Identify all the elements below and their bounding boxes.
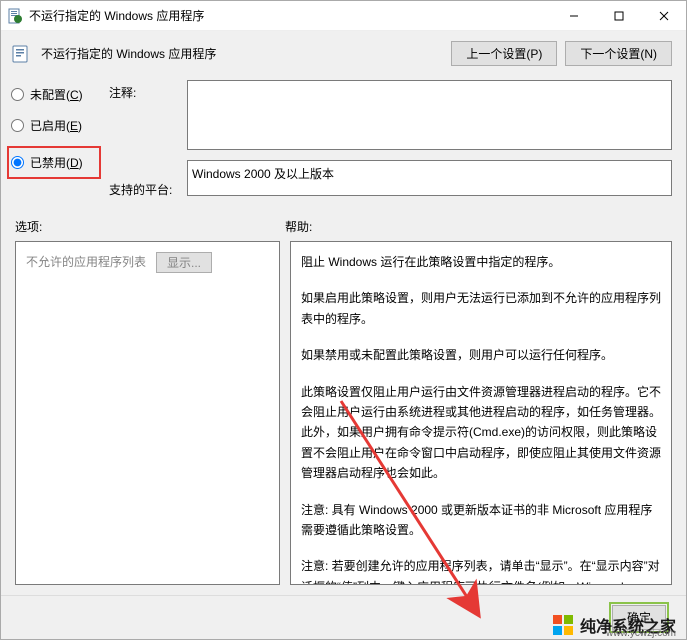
panes: 不允许的应用程序列表 显示... 阻止 Windows 运行在此策略设置中指定的… — [1, 241, 686, 595]
text-boxes — [187, 80, 672, 206]
policy-icon — [11, 44, 31, 64]
highlight-box: 已禁用(D) — [7, 146, 101, 179]
ok-button[interactable]: 确定 — [612, 605, 666, 630]
close-button[interactable] — [641, 1, 686, 30]
radio-enabled-label: 已启用(E) — [30, 117, 82, 134]
platform-label: 支持的平台: — [109, 146, 179, 206]
window-title: 不运行指定的 Windows 应用程序 — [29, 7, 551, 24]
radio-enabled-input[interactable] — [11, 119, 24, 132]
next-setting-button[interactable]: 下一个设置(N) — [565, 41, 672, 66]
titlebar[interactable]: 不运行指定的 Windows 应用程序 — [1, 1, 686, 31]
comment-label: 注释: — [109, 84, 179, 144]
help-paragraph: 如果禁用或未配置此策略设置，则用户可以运行任何程序。 — [301, 345, 661, 365]
help-paragraph: 注意: 具有 Windows 2000 或更新版本证书的非 Microsoft … — [301, 500, 661, 541]
help-paragraph: 阻止 Windows 运行在此策略设置中指定的程序。 — [301, 252, 661, 272]
supported-platform-textarea[interactable] — [187, 160, 672, 196]
help-pane[interactable]: 阻止 Windows 运行在此策略设置中指定的程序。 如果启用此策略设置，则用户… — [290, 241, 672, 585]
dialog-window: 不运行指定的 Windows 应用程序 不运行指定的 Windows 应用程序 … — [0, 0, 687, 640]
comment-textarea[interactable] — [187, 80, 672, 150]
pane-headers: 选项: 帮助: — [1, 206, 686, 241]
radio-not-configured-input[interactable] — [11, 88, 24, 101]
help-label: 帮助: — [285, 218, 672, 235]
radio-disabled-input[interactable] — [11, 156, 24, 169]
options-pane: 不允许的应用程序列表 显示... — [15, 241, 280, 585]
header-row: 不运行指定的 Windows 应用程序 上一个设置(P) 下一个设置(N) — [1, 31, 686, 80]
options-label: 选项: — [15, 218, 285, 235]
radio-not-configured[interactable]: 未配置(C) — [11, 86, 101, 103]
configuration-area: 未配置(C) 已启用(E) 已禁用(D) 注释: 支持的平台: — [1, 80, 686, 206]
previous-setting-button[interactable]: 上一个设置(P) — [451, 41, 557, 66]
show-button[interactable]: 显示... — [156, 252, 212, 273]
radio-not-configured-label: 未配置(C) — [30, 86, 83, 103]
radio-disabled-label: 已禁用(D) — [30, 154, 83, 171]
side-labels: 注释: 支持的平台: — [109, 80, 179, 206]
disallowed-list-label: 不允许的应用程序列表 — [26, 252, 146, 272]
help-paragraph: 注意: 若要创建允许的应用程序列表，请单击“显示”。在“显示内容”对话框的“值”… — [301, 556, 661, 585]
minimize-button[interactable] — [551, 1, 596, 30]
radio-disabled[interactable]: 已禁用(D) — [11, 154, 93, 171]
window-controls — [551, 1, 686, 30]
radio-enabled[interactable]: 已启用(E) — [11, 117, 101, 134]
help-paragraph: 如果启用此策略设置，则用户无法运行已添加到不允许的应用程序列表中的程序。 — [301, 288, 661, 329]
help-paragraph: 此策略设置仅阻止用户运行由文件资源管理器进程启动的程序。它不会阻止用户运行由系统… — [301, 382, 661, 484]
maximize-button[interactable] — [596, 1, 641, 30]
dialog-footer: 确定 — [1, 595, 686, 639]
policy-title: 不运行指定的 Windows 应用程序 — [41, 45, 441, 62]
state-radio-group: 未配置(C) 已启用(E) 已禁用(D) — [11, 80, 101, 206]
policy-file-icon — [7, 8, 23, 24]
